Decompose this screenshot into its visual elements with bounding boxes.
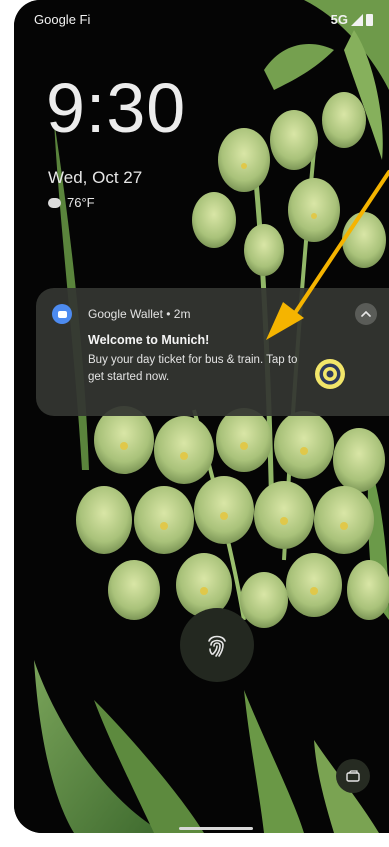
cloud-icon bbox=[48, 197, 61, 208]
weather-widget[interactable]: 76°F bbox=[48, 195, 95, 210]
carrier-label: Google Fi bbox=[34, 12, 91, 27]
expand-notification-button[interactable] bbox=[355, 303, 377, 325]
lock-screen-clock: 9:30 bbox=[46, 69, 187, 147]
wallet-shortcut-button[interactable] bbox=[336, 759, 370, 793]
home-gesture-bar[interactable] bbox=[179, 827, 253, 830]
status-bar: Google Fi 5G bbox=[14, 0, 389, 40]
notification-body: Buy your day ticket for bus & train. Tap… bbox=[88, 354, 298, 383]
wallet-notification[interactable]: Google Wallet • 2m Welcome to Munich! Bu… bbox=[36, 288, 389, 416]
lock-screen-date: Wed, Oct 27 bbox=[48, 168, 143, 187]
weather-temperature: 76°F bbox=[67, 195, 95, 210]
fingerprint-sensor[interactable] bbox=[180, 608, 254, 682]
wallet-icon bbox=[52, 304, 72, 324]
signal-icon bbox=[351, 13, 363, 26]
chevron-up-icon bbox=[361, 311, 371, 317]
network-type: 5G bbox=[330, 12, 348, 27]
battery-icon bbox=[366, 14, 373, 26]
notification-title: Welcome to Munich! bbox=[88, 333, 210, 347]
network-status: 5G bbox=[331, 12, 373, 27]
notification-header: Google Wallet • 2m bbox=[88, 307, 191, 321]
target-icon bbox=[315, 359, 345, 389]
phone-screen: Google Fi 5G 9:30 Wed, Oct 27 76°F Googl… bbox=[14, 0, 389, 833]
fingerprint-icon bbox=[208, 635, 226, 657]
wallet-card-icon bbox=[346, 770, 360, 782]
